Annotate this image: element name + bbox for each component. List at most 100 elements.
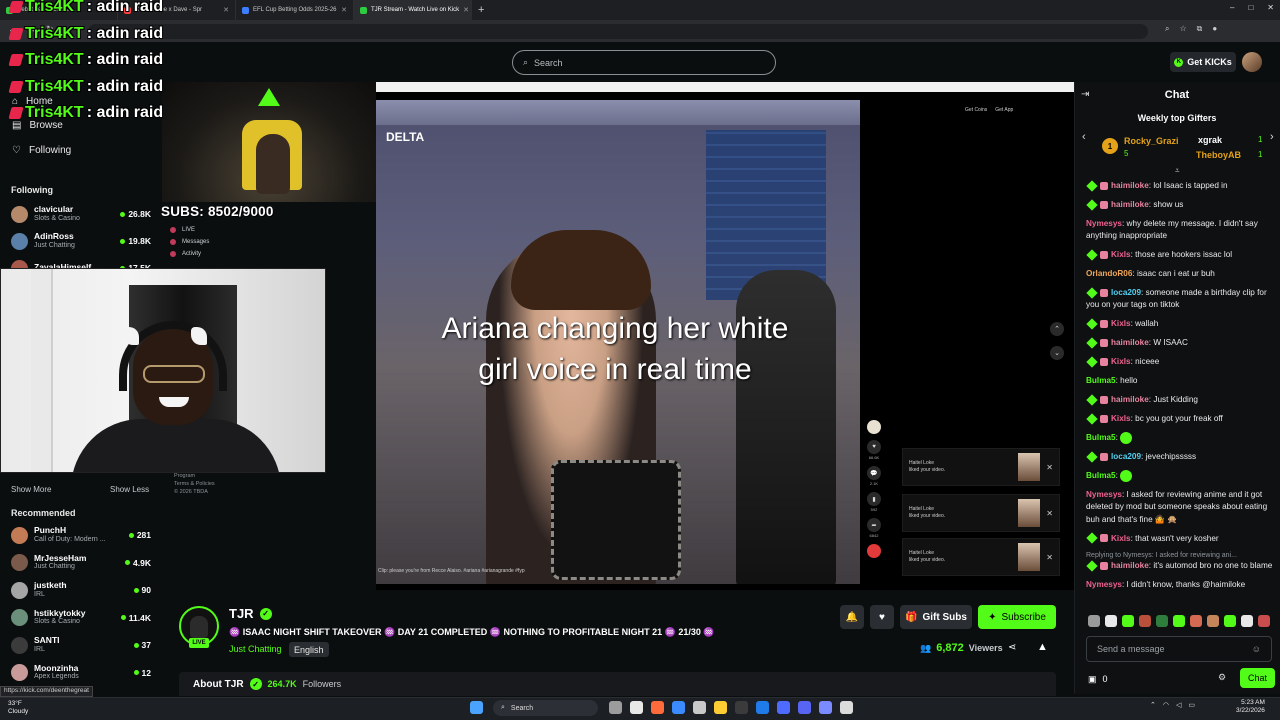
emote-icon[interactable] xyxy=(1258,615,1270,627)
show-less-button[interactable]: Show Less xyxy=(110,485,149,494)
close-icon[interactable]: ✕ xyxy=(1046,553,1053,562)
chevron-up-icon[interactable]: ⌃ xyxy=(1150,701,1156,709)
chat-username[interactable]: Kixls xyxy=(1111,414,1131,423)
taskbar-app-icon[interactable] xyxy=(840,701,853,714)
emote-icon[interactable] xyxy=(1105,615,1117,627)
taskbar-app-icon[interactable] xyxy=(756,701,769,714)
taskbar-app-icon[interactable] xyxy=(651,701,664,714)
chat-username[interactable]: haimiloke xyxy=(1111,561,1149,570)
chat-message[interactable]: Bulma5: hello xyxy=(1086,375,1276,388)
sidebar-channel-moonzinha[interactable]: Moonzinha Apex Legends 12 xyxy=(11,660,151,686)
chat-message[interactable]: Replying to Nymesys: I asked for reviewi… xyxy=(1086,551,1276,573)
share-icon[interactable]: ➦ xyxy=(867,518,881,532)
notification-card[interactable]: Haitel Loke liked your video. ✕ xyxy=(902,538,1060,576)
sidebar-channel-mrjesseham[interactable]: MrJesseHam Just Chatting 4.9K xyxy=(11,550,151,576)
chat-username[interactable]: Bulma5 xyxy=(1086,471,1116,480)
sidebar-channel-santi[interactable]: SANTI IRL 37 xyxy=(11,632,151,658)
show-more-button[interactable]: Show More xyxy=(11,485,51,494)
taskbar-app-icon[interactable] xyxy=(819,701,832,714)
sidebar-channel-adinross[interactable]: AdinRoss Just Chatting 19.8K xyxy=(11,228,151,254)
emote-icon[interactable] xyxy=(1122,615,1134,627)
chat-username[interactable]: Kixls xyxy=(1111,250,1131,259)
chat-username[interactable]: Bulma5 xyxy=(1086,433,1116,442)
chat-message[interactable]: loca209: jevechipsssss xyxy=(1086,450,1276,464)
notification-card[interactable]: Haitel Loke liked your video. ✕ xyxy=(902,494,1060,532)
close-tab-icon[interactable]: ✕ xyxy=(463,6,469,14)
emote-icon[interactable] xyxy=(1156,615,1168,627)
chevron-up-icon[interactable]: ⌃ xyxy=(1050,322,1064,336)
gifter-name[interactable]: xgrak xyxy=(1198,135,1222,145)
close-icon[interactable]: ✕ xyxy=(1046,509,1053,518)
chat-input[interactable]: Send a message ☺ xyxy=(1086,636,1272,662)
gift-subs-button[interactable]: 🎁 Gift Subs xyxy=(900,605,972,629)
search-input[interactable]: ⌕ Search xyxy=(512,50,776,75)
get-app-link[interactable]: Get App xyxy=(995,107,1013,113)
extensions-icon[interactable]: ⧉ xyxy=(1197,24,1203,34)
chat-username[interactable]: Nymesys xyxy=(1086,580,1122,589)
chat-username[interactable]: haimiloke xyxy=(1111,181,1149,190)
close-tab-icon[interactable]: ✕ xyxy=(341,6,347,14)
chat-message[interactable]: loca209: someone made a birthday clip fo… xyxy=(1086,287,1276,312)
close-icon[interactable]: ✕ xyxy=(1046,463,1053,472)
zoom-icon[interactable]: ⌕ xyxy=(1165,24,1169,34)
emote-icon[interactable] xyxy=(1139,615,1151,627)
close-tab-icon[interactable]: ✕ xyxy=(223,6,229,14)
chat-message[interactable]: Kixls: those are hookers issac lol xyxy=(1086,249,1276,262)
emoji-icon[interactable]: ☺ xyxy=(1252,644,1261,654)
battery-icon[interactable]: ▭ xyxy=(1188,701,1195,709)
comment-icon[interactable]: 💬 xyxy=(867,466,881,480)
sidebar-channel-hstikkytokky[interactable]: hstikkytokky Slots & Casino 11.4K xyxy=(11,605,151,631)
chat-message[interactable]: Kixls: wallah xyxy=(1086,318,1276,331)
chat-message[interactable]: Kixls: niceee xyxy=(1086,356,1276,369)
chat-username[interactable]: Bulma5 xyxy=(1086,376,1116,385)
wifi-icon[interactable]: ◠ xyxy=(1163,701,1169,709)
url-field[interactable] xyxy=(88,24,1148,39)
language-tag[interactable]: English xyxy=(289,642,329,657)
get-coins-link[interactable]: Get Coins xyxy=(965,107,987,113)
chat-username[interactable]: Kixls xyxy=(1111,357,1131,366)
chat-username[interactable]: haimiloke xyxy=(1111,200,1149,209)
volume-icon[interactable]: ◁ xyxy=(1176,701,1181,709)
chat-username[interactable]: Nymesys xyxy=(1086,490,1122,499)
taskbar-search[interactable]: ⌕ Search xyxy=(493,700,598,716)
notifications-bell-button[interactable]: 🔔 xyxy=(840,605,864,629)
emote-icon[interactable] xyxy=(1088,615,1100,627)
chat-username[interactable]: OrlandoR06 xyxy=(1086,269,1132,278)
like-icon[interactable]: ♥ xyxy=(867,440,881,454)
taskbar-app-icon[interactable] xyxy=(714,701,727,714)
sidebar-channel-punchh[interactable]: PunchH Call of Duty: Modern ... 281 xyxy=(11,522,151,548)
stream-category-link[interactable]: Just Chatting xyxy=(229,644,282,654)
close-window-icon[interactable]: ✕ xyxy=(1267,3,1274,12)
emote-icon[interactable] xyxy=(1241,615,1253,627)
weather-widget[interactable]: 33°F Cloudy xyxy=(8,700,28,716)
browser-tab[interactable]: EFL Cup Betting Odds 2025-26 ✕ xyxy=(236,0,354,20)
chat-username[interactable]: loca209 xyxy=(1111,452,1141,461)
taskbar-app-icon[interactable] xyxy=(672,701,685,714)
taskbar-app-icon[interactable] xyxy=(630,701,643,714)
follow-heart-button[interactable]: ♥ xyxy=(870,605,894,629)
chat-send-button[interactable]: Chat xyxy=(1240,668,1275,688)
chat-message[interactable]: Bulma5: xyxy=(1086,469,1276,483)
maximize-icon[interactable]: □ xyxy=(1248,3,1253,12)
chevron-down-icon[interactable]: ⌄ xyxy=(1050,346,1064,360)
sidebar-item-following[interactable]: ♡ Following xyxy=(12,145,71,156)
emote-icon[interactable] xyxy=(1224,615,1236,627)
save-icon[interactable]: ▮ xyxy=(867,492,881,506)
taskbar-clock[interactable]: 5:23 AM 3/22/2026 xyxy=(1236,699,1265,715)
reply-context[interactable]: Replying to Nymesys: I asked for reviewi… xyxy=(1086,551,1276,560)
minimize-icon[interactable]: – xyxy=(1230,3,1234,12)
chat-message[interactable]: haimiloke: W ISAAC xyxy=(1086,337,1276,350)
new-tab-button[interactable]: + xyxy=(478,4,484,16)
share-button[interactable]: ⋖ xyxy=(1008,642,1016,653)
chat-message[interactable]: Nymesys: why delete my message. I didn't… xyxy=(1086,218,1276,243)
gear-icon[interactable]: ⚙ xyxy=(1218,672,1226,683)
report-button[interactable]: ▲ xyxy=(1037,641,1048,653)
sidebar-channel-clavicular[interactable]: clavicular Slots & Casino 26.8K xyxy=(11,201,151,227)
chat-username[interactable]: haimiloke xyxy=(1111,395,1149,404)
gifter-name[interactable]: TheboyAB xyxy=(1196,150,1241,160)
sidebar-channel-justketh[interactable]: justketh IRL 90 xyxy=(11,577,151,603)
emote-icon[interactable] xyxy=(1190,615,1202,627)
chat-username[interactable]: Nymesys xyxy=(1086,219,1122,228)
chat-message[interactable]: Kixls: bc you got your freak off xyxy=(1086,412,1276,426)
taskbar-app-icon[interactable] xyxy=(798,701,811,714)
